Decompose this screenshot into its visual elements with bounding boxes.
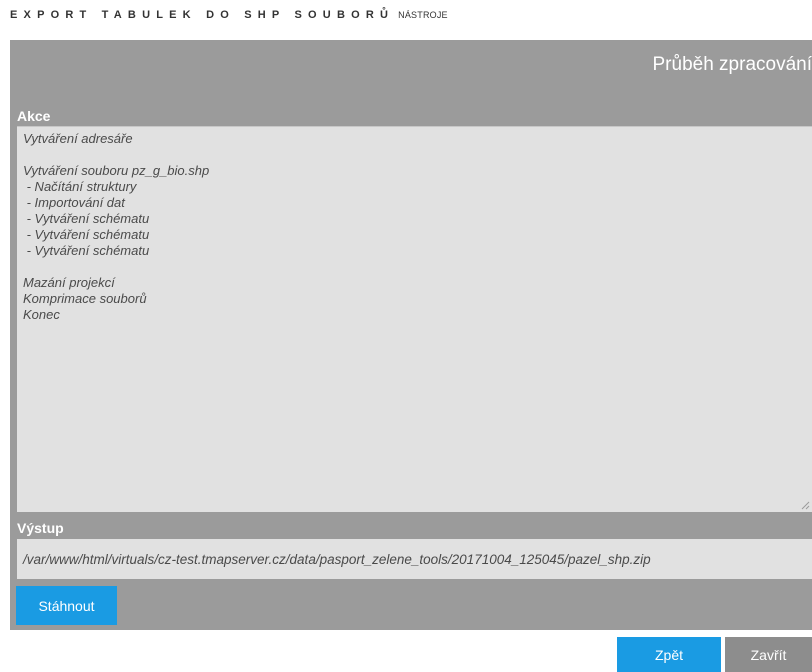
page-title: EXPORT TABULEK DO SHP SOUBORŮ	[10, 9, 395, 21]
action-log-line: Vytváření souboru pz_g_bio.shp	[23, 163, 210, 178]
action-log-line: Komprimace souborů	[23, 291, 147, 306]
actions-log-textarea[interactable]: Vytváření adresáře Vytváření souboru pz_g…	[17, 126, 812, 512]
action-log-line	[23, 259, 812, 275]
action-log-line: - Vytváření schématu	[23, 243, 150, 258]
panel-title: Průběh zpracování	[652, 54, 812, 75]
page-header: EXPORT TABULEK DO SHP SOUBORŮ NÁSTROJE	[10, 9, 448, 27]
action-log-line: Vytváření adresáře	[23, 131, 133, 146]
action-log-line: - Vytváření schématu	[23, 227, 150, 242]
action-log-line: - Importování dat	[23, 195, 125, 210]
output-path-field[interactable]: /var/www/html/virtuals/cz-test.tmapserve…	[17, 539, 812, 579]
action-log-line: Konec	[23, 307, 60, 322]
action-log-line	[23, 147, 812, 163]
actions-label: Akce	[17, 108, 51, 124]
back-button[interactable]: Zpět	[617, 637, 721, 672]
processing-panel: Průběh zpracování Akce Vytváření adresář…	[10, 40, 812, 630]
close-button[interactable]: Zavřít	[725, 637, 812, 672]
action-log-line: Mazání projekcí	[23, 275, 115, 290]
page-subtitle: NÁSTROJE	[398, 10, 448, 20]
download-button[interactable]: Stáhnout	[16, 586, 117, 625]
output-path-text: /var/www/html/virtuals/cz-test.tmapserve…	[23, 551, 651, 567]
output-label: Výstup	[17, 520, 64, 536]
action-log-line: - Vytváření schématu	[23, 211, 150, 226]
resize-grip-icon[interactable]	[800, 500, 810, 510]
action-log-line: - Načítání struktury	[23, 179, 137, 194]
